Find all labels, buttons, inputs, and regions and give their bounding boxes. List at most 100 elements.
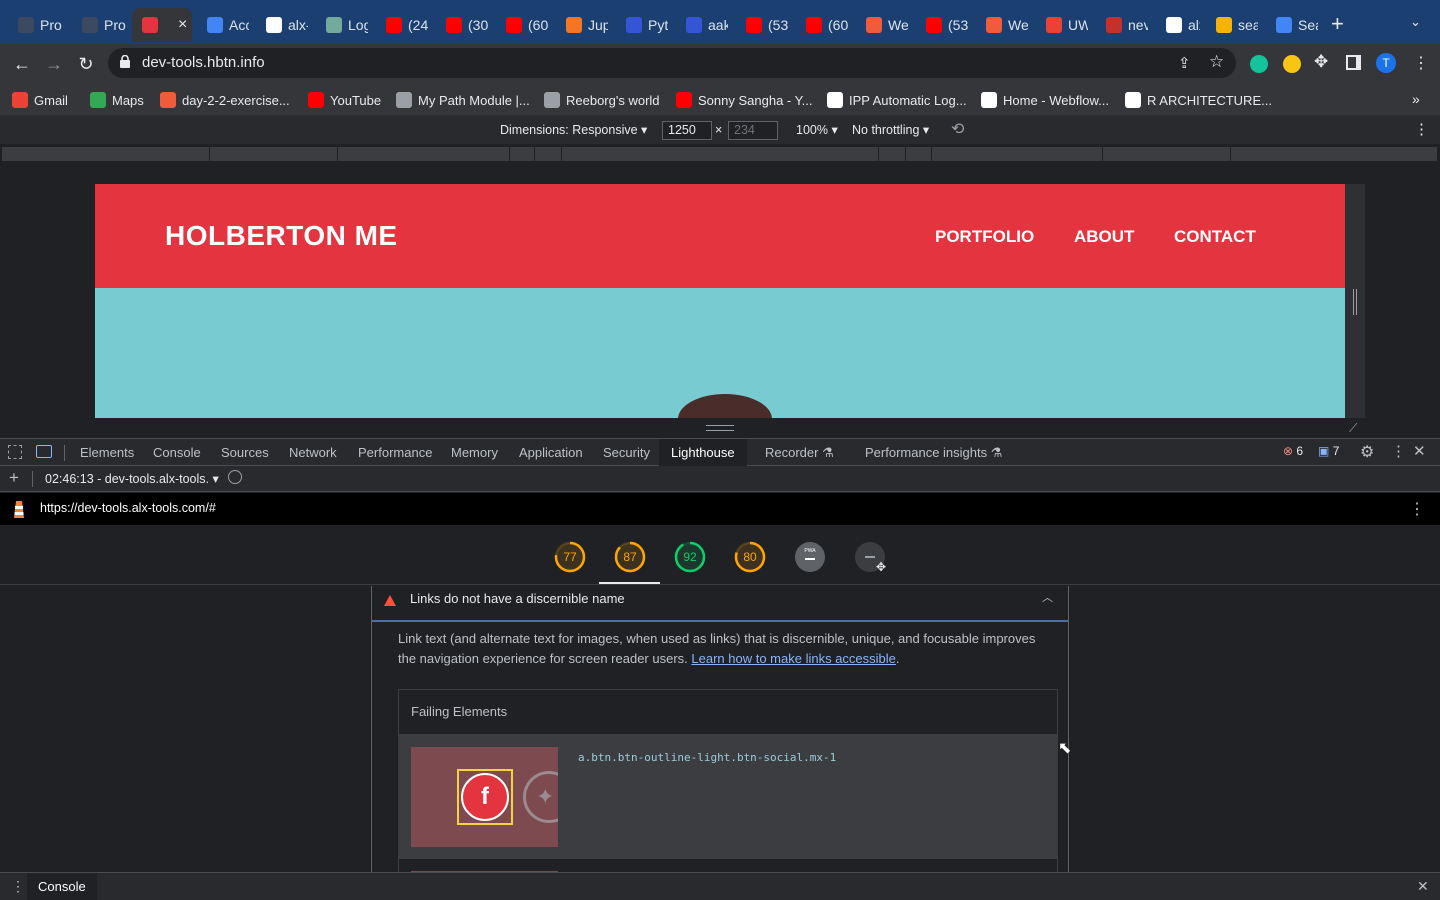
- address-bar[interactable]: dev-tools.hbtn.info ⇪ ☆: [108, 48, 1236, 78]
- browser-tab[interactable]: Acc: [193, 8, 249, 42]
- bookmark-item[interactable]: Maps: [90, 92, 144, 108]
- more-bookmarks-icon[interactable]: »: [1412, 91, 1420, 107]
- devtools-tab-memory[interactable]: Memory: [451, 445, 498, 460]
- devtools-tab-application[interactable]: Application: [519, 445, 583, 460]
- bookmark-item[interactable]: YouTube: [308, 92, 381, 108]
- score-gauge[interactable]: 92: [674, 541, 706, 573]
- plugin-gauge[interactable]: ✥: [854, 541, 886, 574]
- score-gauge[interactable]: 87: [614, 541, 646, 573]
- media-query-segment[interactable]: [2, 147, 210, 161]
- devtools-tab-performance-insights[interactable]: Performance insights ⚗: [865, 445, 1002, 461]
- element-screenshot-thumbnail[interactable]: ✦ f: [411, 747, 558, 847]
- extension-badge-icon[interactable]: [1283, 55, 1301, 73]
- browser-tab-active[interactable]: ×: [132, 8, 192, 42]
- learn-more-link[interactable]: Learn how to make links accessible: [691, 651, 896, 666]
- browser-tab[interactable]: nev: [1092, 8, 1148, 42]
- browser-tab[interactable]: (53: [912, 8, 968, 42]
- rotate-icon[interactable]: ⟲: [951, 119, 964, 139]
- back-icon[interactable]: ←: [10, 52, 34, 76]
- side-panel-icon[interactable]: [1346, 55, 1361, 70]
- browser-tab[interactable]: alx-: [1152, 8, 1200, 42]
- bookmark-item[interactable]: Reeborg's world: [544, 92, 660, 108]
- width-input[interactable]: 1250: [662, 121, 712, 140]
- media-query-segment[interactable]: [510, 147, 535, 161]
- extensions-puzzle-icon[interactable]: ✥: [1314, 52, 1328, 72]
- viewport-resize-handle-right[interactable]: [1345, 184, 1365, 418]
- score-gauge[interactable]: 80: [734, 541, 766, 573]
- browser-tab[interactable]: Sea: [1262, 8, 1318, 42]
- message-count-badge[interactable]: ▣ 7: [1314, 444, 1343, 461]
- height-input[interactable]: 234: [728, 121, 778, 140]
- devtools-tab-elements[interactable]: Elements: [80, 445, 134, 460]
- settings-gear-icon[interactable]: ⚙: [1360, 442, 1374, 462]
- drawer-tab-console[interactable]: Console: [27, 873, 97, 900]
- browser-tab[interactable]: (24: [372, 8, 428, 42]
- devtools-menu-icon[interactable]: ⋮: [1391, 442, 1406, 460]
- viewport-resize-handle-bottom[interactable]: [706, 425, 734, 431]
- nav-portfolio[interactable]: PORTFOLIO: [935, 227, 1034, 247]
- media-query-segment[interactable]: [562, 147, 879, 161]
- dimensions-dropdown[interactable]: Dimensions: Responsive ▾: [500, 122, 647, 137]
- reload-icon[interactable]: ↻: [74, 52, 98, 76]
- tab-search-chevron-icon[interactable]: ⌄: [1410, 14, 1421, 30]
- failing-element-row[interactable]: ✦ f a.btn.btn-outline-light.btn-social.m…: [399, 735, 1057, 859]
- media-query-segment[interactable]: [1103, 147, 1231, 161]
- drawer-menu-icon[interactable]: ⋮: [11, 878, 25, 895]
- pwa-gauge[interactable]: PWA: [794, 541, 826, 573]
- devtools-tab-sources[interactable]: Sources: [221, 445, 269, 460]
- browser-tab[interactable]: (30: [432, 8, 488, 42]
- media-query-segment[interactable]: [879, 147, 906, 161]
- device-toggle-icon[interactable]: [36, 445, 52, 458]
- error-count-badge[interactable]: ⊗ 6: [1279, 444, 1307, 461]
- profile-avatar[interactable]: T: [1376, 53, 1396, 73]
- devtools-tab-recorder[interactable]: Recorder ⚗: [765, 445, 834, 461]
- throttling-dropdown[interactable]: No throttling ▾: [852, 122, 929, 137]
- device-toolbar-menu-icon[interactable]: ⋮: [1414, 120, 1429, 138]
- element-selector[interactable]: a.btn.btn-outline-light.btn-social.mx-1: [578, 751, 836, 764]
- browser-tab[interactable]: (53: [732, 8, 788, 42]
- report-selector[interactable]: 02:46:13 - dev-tools.alx-tools. ▾: [45, 471, 219, 486]
- bookmark-star-icon[interactable]: ☆: [1209, 52, 1224, 72]
- browser-tab[interactable]: alx-: [252, 8, 308, 42]
- grammarly-icon[interactable]: [1250, 55, 1268, 73]
- bookmark-item[interactable]: day-2-2-exercise...: [160, 92, 290, 108]
- tab-close-icon[interactable]: ×: [178, 16, 187, 34]
- site-brand[interactable]: HOLBERTON ME: [165, 220, 398, 252]
- viewport-resize-corner-icon[interactable]: ⟋: [1349, 421, 1357, 436]
- chevron-up-icon[interactable]: ︿: [1042, 589, 1053, 605]
- devtools-tab-console[interactable]: Console: [153, 445, 201, 460]
- new-report-plus-icon[interactable]: +: [9, 468, 19, 488]
- bookmark-item[interactable]: Gmail: [12, 92, 68, 108]
- bookmark-item[interactable]: Sonny Sangha - Y...: [676, 92, 812, 108]
- browser-tab[interactable]: We: [972, 8, 1028, 42]
- report-menu-icon[interactable]: ⋮: [1409, 499, 1425, 519]
- browser-tab[interactable]: Pro: [4, 8, 64, 42]
- bookmark-item[interactable]: My Path Module |...: [396, 92, 530, 108]
- browser-menu-icon[interactable]: ⋮: [1413, 53, 1429, 73]
- browser-tab[interactable]: Pro: [68, 8, 128, 42]
- new-tab-plus-icon[interactable]: +: [1331, 11, 1344, 37]
- browser-tab[interactable]: aak: [672, 8, 728, 42]
- media-query-segment[interactable]: [338, 147, 510, 161]
- bookmark-item[interactable]: Home - Webflow...: [981, 92, 1109, 108]
- bookmark-item[interactable]: R ARCHITECTURE...: [1125, 92, 1272, 108]
- forward-icon[interactable]: →: [42, 52, 66, 76]
- media-query-segment[interactable]: [932, 147, 1103, 161]
- share-icon[interactable]: ⇪: [1178, 54, 1191, 72]
- browser-tab[interactable]: (60: [792, 8, 848, 42]
- zoom-dropdown[interactable]: 100% ▾: [796, 122, 838, 137]
- browser-tab[interactable]: sea: [1202, 8, 1258, 42]
- devtools-tab-security[interactable]: Security: [603, 445, 650, 460]
- bookmark-item[interactable]: IPP Automatic Log...: [827, 92, 967, 108]
- browser-tab[interactable]: We: [852, 8, 908, 42]
- devtools-tab-network[interactable]: Network: [289, 445, 337, 460]
- clear-reports-icon[interactable]: [228, 470, 242, 484]
- media-query-segment[interactable]: [1231, 147, 1438, 161]
- nav-about[interactable]: ABOUT: [1074, 227, 1134, 247]
- close-devtools-icon[interactable]: ✕: [1413, 442, 1426, 460]
- media-query-segment[interactable]: [906, 147, 932, 161]
- browser-tab[interactable]: (60: [492, 8, 548, 42]
- devtools-tab-lighthouse[interactable]: Lighthouse: [659, 439, 747, 466]
- close-drawer-icon[interactable]: ✕: [1417, 878, 1429, 895]
- browser-tab[interactable]: Log: [312, 8, 368, 42]
